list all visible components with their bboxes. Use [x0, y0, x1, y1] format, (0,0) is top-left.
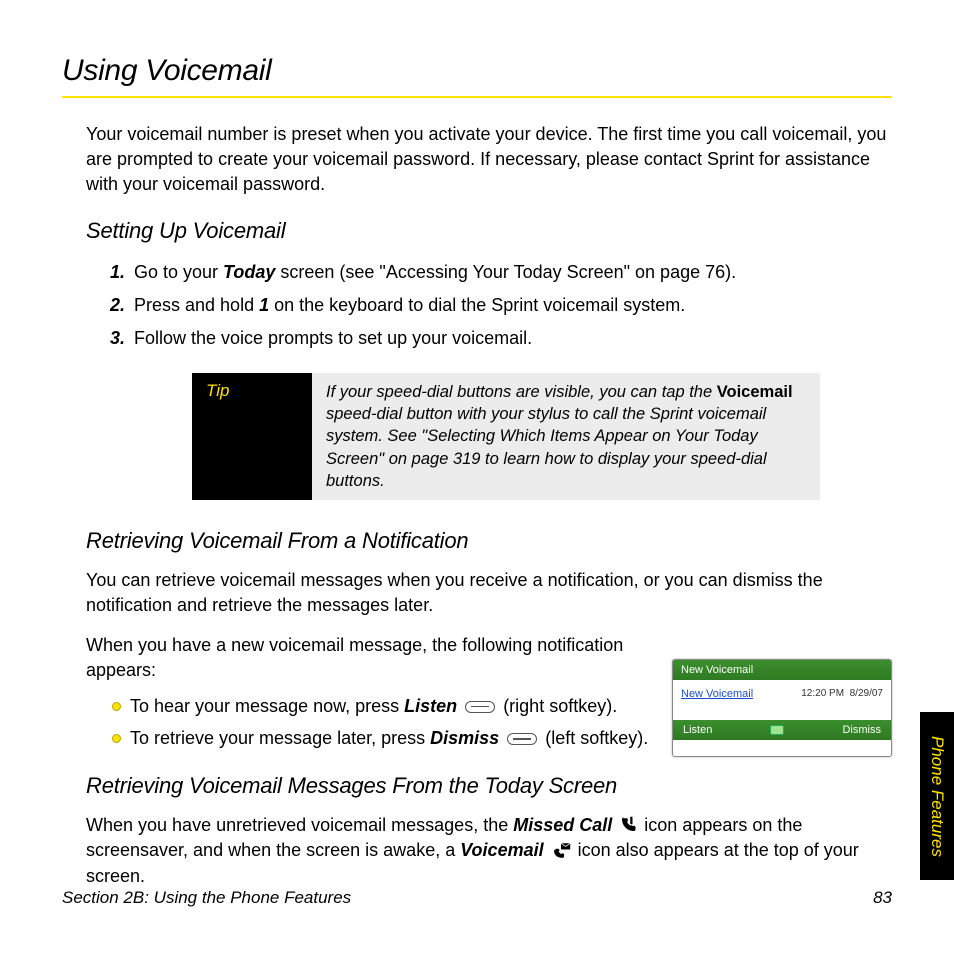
- notif-header: New Voicemail: [673, 660, 891, 680]
- softkey-icon: [507, 733, 537, 745]
- step-text-post: on the keyboard to dial the Sprint voice…: [269, 295, 685, 315]
- bullet-pre: To hear your message now, press: [130, 696, 404, 716]
- notif-left-column: When you have a new voicemail message, t…: [86, 633, 656, 758]
- step-number: 2.: [110, 291, 134, 320]
- tip-text-pre: If your speed-dial buttons are visible, …: [326, 383, 717, 401]
- step-number: 3.: [110, 324, 134, 353]
- step-3: 3.Follow the voice prompts to set up you…: [110, 324, 892, 353]
- footer-section: Section 2B: Using the Phone Features: [62, 888, 351, 908]
- step-text-pre: Follow the voice prompts to set up your …: [134, 328, 532, 348]
- tip-label: Tip: [192, 373, 312, 500]
- bullet-pre: To retrieve your message later, press: [130, 728, 430, 748]
- bullet-post: (right softkey).: [503, 696, 617, 716]
- bullet-listen: To hear your message now, press Listen (…: [112, 693, 656, 719]
- notif-keyboard-icon: [770, 725, 784, 735]
- softkey-icon: [465, 701, 495, 713]
- notif-datetime: 12:20 PM 8/29/07: [801, 688, 883, 699]
- heading-retrieve-today: Retrieving Voicemail Messages From the T…: [86, 773, 892, 799]
- title-rule: [62, 96, 892, 98]
- notif-bullets: To hear your message now, press Listen (…: [112, 693, 656, 751]
- tip-text-post: speed-dial button with your stylus to ca…: [326, 405, 767, 490]
- heading-setting-up: Setting Up Voicemail: [86, 218, 892, 244]
- bullet-bold: Dismiss: [430, 728, 499, 748]
- heading-retrieve-notif: Retrieving Voicemail From a Notification: [86, 528, 892, 554]
- notif-paragraph-1: You can retrieve voicemail messages when…: [86, 568, 892, 618]
- notif-footer: Listen Dismiss: [673, 720, 891, 740]
- step-text-bold: 1: [259, 295, 269, 315]
- missed-call-icon: [619, 816, 637, 834]
- bullet-dismiss: To retrieve your message later, press Di…: [112, 725, 656, 751]
- intro-paragraph: Your voicemail number is preset when you…: [86, 122, 892, 196]
- manual-page: Phone Features Using Voicemail Your voic…: [0, 0, 954, 954]
- step-text-post: screen (see "Accessing Your Today Screen…: [275, 262, 736, 282]
- footer-page-number: 83: [873, 888, 892, 908]
- today-pre: When you have unretrieved voicemail mess…: [86, 815, 513, 835]
- step-number: 1.: [110, 258, 134, 287]
- notif-body: New Voicemail 12:20 PM 8/29/07: [673, 680, 891, 720]
- step-2: 2.Press and hold 1 on the keyboard to di…: [110, 291, 892, 320]
- notif-two-column: When you have a new voicemail message, t…: [86, 633, 892, 758]
- tip-box: Tip If your speed-dial buttons are visib…: [192, 373, 820, 500]
- bullet-post: (left softkey).: [545, 728, 648, 748]
- today-bold-vm: Voicemail: [460, 840, 543, 860]
- tip-body: If your speed-dial buttons are visible, …: [312, 373, 820, 500]
- notification-screenshot: New Voicemail New Voicemail 12:20 PM 8/2…: [672, 659, 892, 758]
- step-1: 1.Go to your Today screen (see "Accessin…: [110, 258, 892, 287]
- step-text-bold: Today: [223, 262, 275, 282]
- today-paragraph: When you have unretrieved voicemail mess…: [86, 813, 892, 889]
- section-side-tab: Phone Features: [920, 712, 954, 880]
- voicemail-icon: [551, 843, 571, 859]
- notif-paragraph-2: When you have a new voicemail message, t…: [86, 633, 656, 683]
- setup-steps: 1.Go to your Today screen (see "Accessin…: [110, 258, 892, 352]
- bullet-bold: Listen: [404, 696, 457, 716]
- notif-dismiss-btn: Dismiss: [842, 724, 881, 736]
- tip-text-bold: Voicemail: [717, 383, 793, 401]
- side-tab-label: Phone Features: [927, 736, 947, 857]
- step-text-pre: Go to your: [134, 262, 223, 282]
- step-text-pre: Press and hold: [134, 295, 259, 315]
- page-footer: Section 2B: Using the Phone Features 83: [62, 888, 892, 908]
- notif-link: New Voicemail: [681, 688, 753, 700]
- page-title: Using Voicemail: [62, 54, 892, 88]
- today-bold-missed: Missed Call: [513, 815, 612, 835]
- notif-listen-btn: Listen: [683, 724, 712, 736]
